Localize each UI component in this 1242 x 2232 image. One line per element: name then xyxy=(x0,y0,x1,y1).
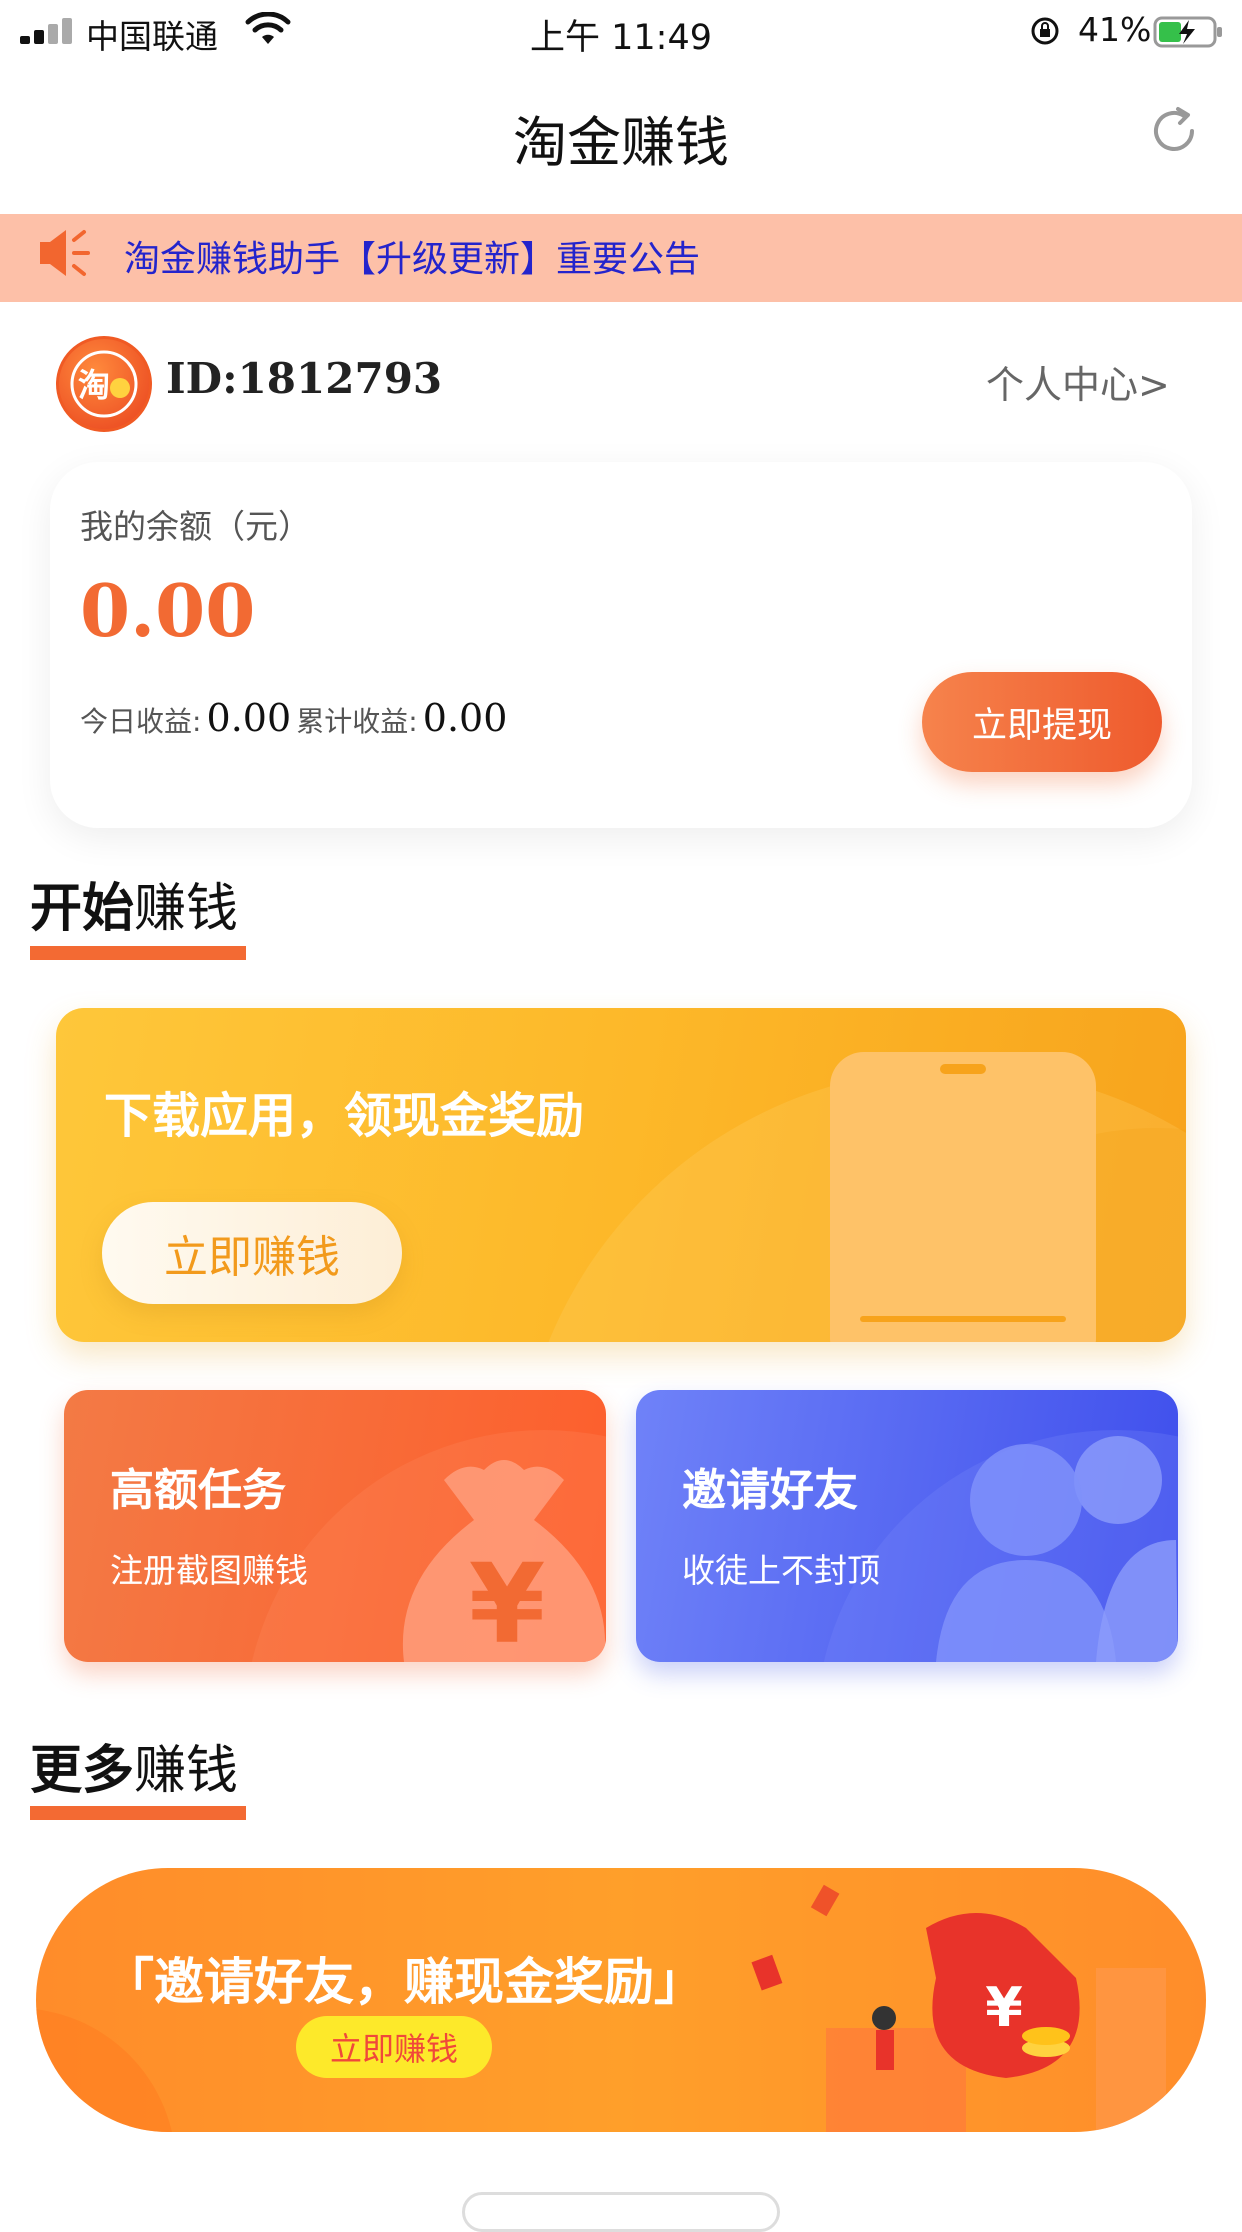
avatar-glyph: 淘 xyxy=(78,366,110,404)
battery-icon xyxy=(1153,16,1222,48)
balance-label: 我的余额（元） xyxy=(80,507,311,546)
section-underline xyxy=(30,1806,246,1820)
speaker-icon xyxy=(40,230,90,276)
download-earn-button[interactable]: 立即赚钱 xyxy=(102,1202,402,1304)
today-earnings-value: 0.00 xyxy=(206,696,292,740)
svg-text:¥: ¥ xyxy=(985,1976,1023,2039)
refresh-icon[interactable] xyxy=(1146,103,1202,159)
money-bag-icon: ¥ xyxy=(251,1430,606,1662)
banner-earn-button[interactable]: 立即赚钱 xyxy=(296,2016,492,2078)
rotation-lock-icon xyxy=(1031,17,1059,45)
bottom-handle xyxy=(462,2192,780,2232)
battery-percent: 41% xyxy=(1078,10,1152,49)
task-card-title: 高额任务 xyxy=(110,1465,286,1516)
section-underline xyxy=(30,946,246,960)
task-card-subtitle: 注册截图赚钱 xyxy=(110,1551,308,1590)
high-value-task-card[interactable]: ¥ xyxy=(64,1390,606,1662)
section-title-more-rest: 赚钱 xyxy=(134,1741,239,1801)
section-title-start-rest: 赚钱 xyxy=(134,879,239,939)
section-title-start-bold: 开始 xyxy=(30,879,135,939)
phone-icon xyxy=(830,1052,1096,1342)
earnings-line: 今日收益: 0.00 累计收益: 0.00 xyxy=(80,696,507,740)
app-logo-icon: 淘 xyxy=(70,350,138,418)
users-icon xyxy=(823,1430,1178,1662)
download-card-title: 下载应用，领现金奖励 xyxy=(104,1088,585,1144)
balance-value: 0.00 xyxy=(80,568,256,653)
section-title-more-bold: 更多 xyxy=(30,1741,135,1801)
notice-text[interactable]: 淘金赚钱助手【升级更新】重要公告 xyxy=(124,230,700,282)
personal-center-link[interactable]: 个人中心> xyxy=(986,354,1170,409)
svg-text:¥: ¥ xyxy=(469,1540,546,1662)
user-id: ID:1812793 xyxy=(166,354,443,403)
status-bar: 中国联通 上午 11:49 41% xyxy=(0,0,1242,62)
section-title-start: 开始赚钱 xyxy=(30,866,238,941)
withdraw-button[interactable]: 立即提现 xyxy=(922,672,1162,772)
total-earnings-label: 累计收益: xyxy=(296,705,418,738)
section-title-more: 更多赚钱 xyxy=(30,1728,238,1803)
page-title: 淘金赚钱 xyxy=(513,111,729,174)
invite-friends-card[interactable] xyxy=(636,1390,1178,1662)
task-card-subtitle: 收徒上不封顶 xyxy=(682,1551,880,1590)
banner-title: 「邀请好友，赚现金奖励」 xyxy=(104,1953,704,2011)
total-earnings-value: 0.00 xyxy=(422,696,508,740)
task-card-title: 邀请好友 xyxy=(682,1465,858,1516)
today-earnings-label: 今日收益: xyxy=(80,705,202,738)
